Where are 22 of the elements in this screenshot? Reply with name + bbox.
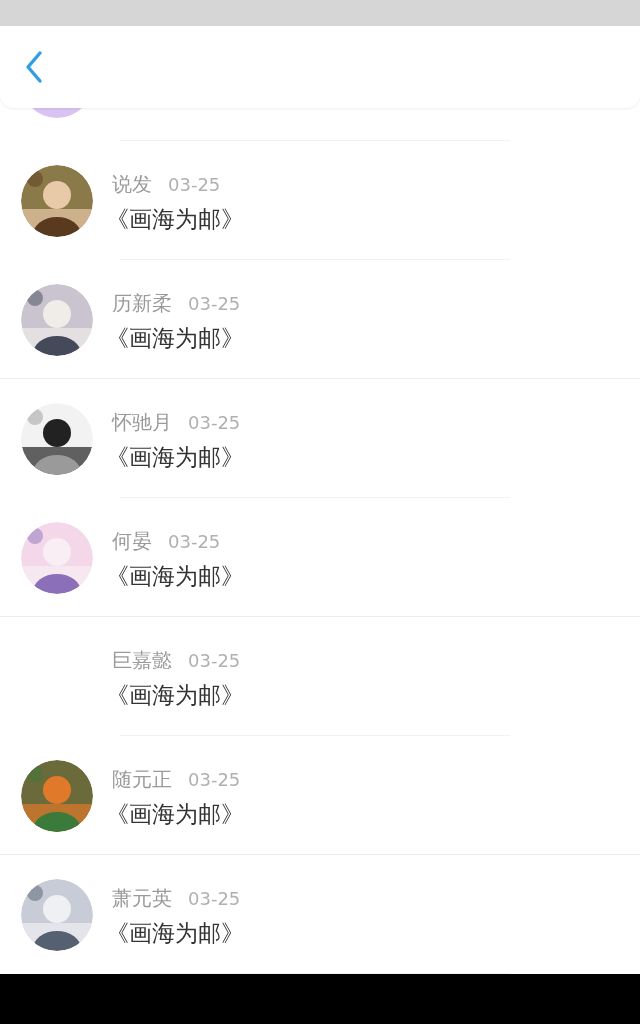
comment-date: 03-25: [168, 174, 221, 195]
comment-date: 03-25: [188, 888, 241, 909]
comment-text: 《画海为邮》: [106, 681, 244, 710]
user-name: 历新柔: [112, 290, 172, 317]
user-name: 怀驰月: [112, 409, 172, 436]
back-icon[interactable]: [24, 50, 44, 84]
user-name: 何晏: [112, 528, 152, 555]
comment-text: 《画海为邮》: [106, 324, 244, 353]
comment-date: 03-25: [168, 531, 221, 552]
user-name: 说发: [112, 171, 152, 198]
comment-date: 03-25: [188, 650, 241, 671]
comment-text: 《画海为邮》: [106, 205, 244, 234]
comment-text: 《画海为邮》: [106, 443, 244, 472]
comment-date: 03-25: [188, 412, 241, 433]
user-name: 随元正: [112, 766, 172, 793]
comment-date: 03-25: [188, 293, 241, 314]
comment-date: 03-25: [188, 769, 241, 790]
user-name: 萧元英: [112, 885, 172, 912]
comment-text: 《画海为邮》: [106, 919, 244, 948]
comment-text: 《画海为邮》: [106, 562, 244, 591]
user-name: 巨嘉懿: [112, 647, 172, 674]
comment-text: 《画海为邮》: [106, 800, 244, 829]
